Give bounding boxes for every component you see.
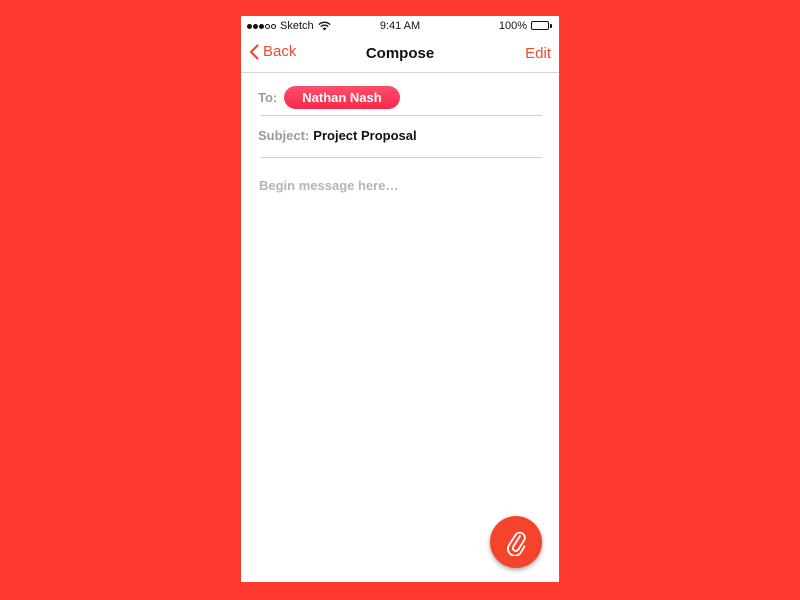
- subject-label: Subject:: [258, 127, 310, 143]
- attach-button[interactable]: [490, 516, 542, 568]
- edit-button[interactable]: Edit: [525, 45, 551, 62]
- subject-value: Project Proposal: [313, 127, 417, 143]
- battery-percent: 100%: [498, 20, 527, 32]
- divider: [261, 157, 542, 158]
- phone-screen: Sketch 9:41 AM 100% Back Compose Edit To…: [241, 16, 559, 582]
- battery-icon: [531, 21, 553, 31]
- to-field[interactable]: To: Nathan Nash: [258, 80, 542, 114]
- navigation-bar: Back Compose Edit: [241, 36, 559, 73]
- page-title: Compose: [365, 45, 435, 62]
- status-bar: Sketch 9:41 AM 100%: [241, 16, 559, 36]
- to-label: To:: [258, 89, 278, 105]
- message-body-input[interactable]: [259, 178, 541, 508]
- divider: [261, 115, 542, 116]
- subject-field[interactable]: Subject: Project Proposal: [258, 124, 417, 146]
- paperclip-icon: [507, 531, 526, 556]
- recipient-chip[interactable]: Nathan Nash: [284, 85, 400, 109]
- status-right: 100%: [499, 20, 553, 32]
